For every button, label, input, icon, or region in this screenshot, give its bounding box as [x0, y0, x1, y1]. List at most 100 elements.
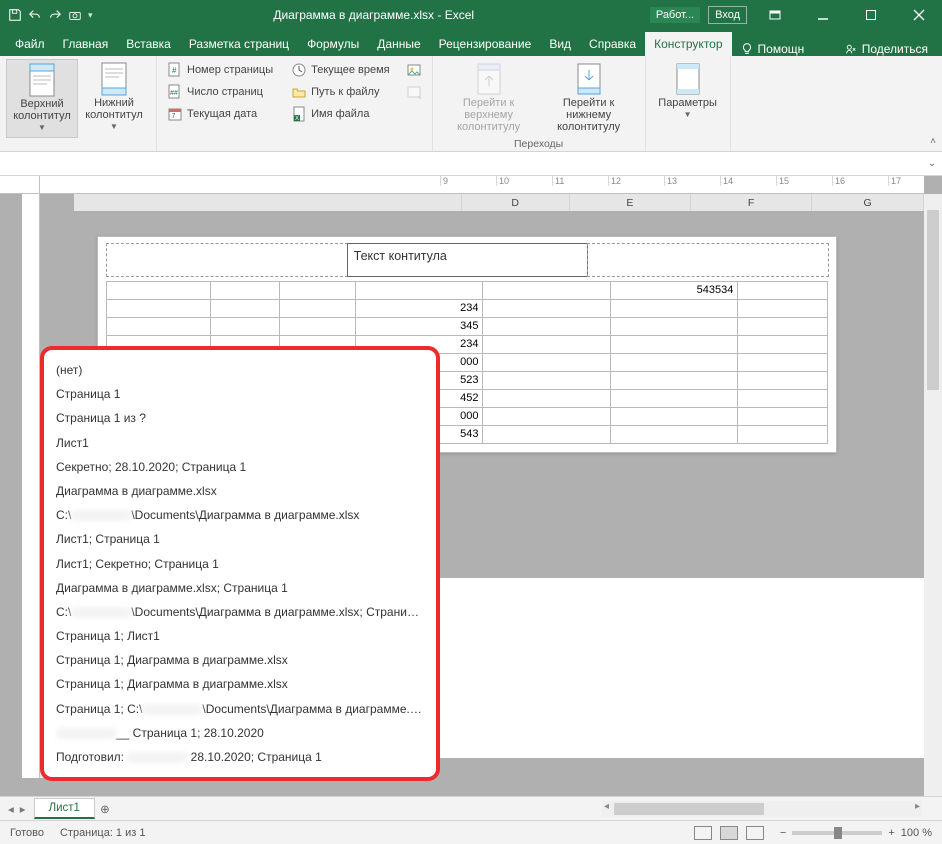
header-dropdown-button[interactable]: Верхний колонтитул ▼ [6, 59, 78, 138]
svg-text:X: X [295, 116, 299, 122]
ribbon: Верхний колонтитул ▼ Нижний колонтитул ▼… [0, 56, 942, 152]
tab-insert[interactable]: Вставка [117, 32, 180, 56]
goto-footer-button[interactable]: Перейти к нижнему колонтитулу [539, 59, 639, 137]
dropdown-item[interactable]: Страница 1 из ? [54, 406, 426, 430]
dropdown-item[interactable]: Лист1; Страница 1 [54, 527, 426, 551]
header-center[interactable]: Текст контитула [347, 243, 589, 277]
horizontal-scrollbar[interactable]: ◂ ▸ [602, 801, 922, 817]
column-header[interactable]: D [462, 194, 570, 211]
column-header[interactable]: E [570, 194, 691, 211]
contextual-tab-label: Работ... [650, 7, 700, 23]
goto-header-icon [473, 63, 505, 95]
excel-file-icon: X [291, 106, 307, 122]
window-title: Диаграмма в диаграмме.xlsx - Excel [101, 8, 647, 22]
tab-review[interactable]: Рецензирование [430, 32, 541, 56]
tell-me[interactable]: Помощн [732, 42, 813, 56]
tab-home[interactable]: Главная [54, 32, 118, 56]
login-button[interactable]: Вход [708, 6, 747, 24]
header-section[interactable]: Текст контитула [106, 243, 828, 277]
page-number-button[interactable]: #Номер страницы [163, 59, 277, 81]
expand-formula-icon[interactable]: ⌄ [922, 158, 942, 169]
zoom-slider[interactable] [792, 831, 882, 835]
dropdown-item[interactable]: Секретно; 28.10.2020; Страница 1 [54, 455, 426, 479]
dropdown-item[interactable]: (нет) [54, 358, 426, 382]
header-right[interactable] [587, 243, 829, 277]
formula-bar-row: ⌄ [0, 152, 942, 176]
collapse-ribbon-icon[interactable]: ˄ [930, 136, 936, 147]
tab-formulas[interactable]: Формулы [298, 32, 368, 56]
dropdown-item[interactable]: Страница 1; C:\\Documents\Диаграмма в ди… [54, 697, 426, 721]
header-left[interactable] [106, 243, 348, 277]
minimize-button[interactable] [800, 0, 846, 30]
folder-icon [291, 84, 307, 100]
page-count-icon: ## [167, 84, 183, 100]
goto-header-button: Перейти к верхнему колонтитулу [439, 59, 539, 137]
sheet-tab-bar: ◂ ▸ Лист1 ⊕ ◂ ▸ [0, 796, 942, 820]
header-icon [26, 64, 58, 96]
dropdown-item[interactable]: C:\\Documents\Диаграмма в диаграмме.xlsx [54, 503, 426, 527]
column-header[interactable]: G [812, 194, 924, 211]
scrollbar-thumb[interactable] [614, 803, 764, 815]
save-icon[interactable] [8, 8, 22, 22]
ruler-corner [0, 176, 40, 194]
vertical-ruler [22, 194, 40, 778]
dropdown-item[interactable]: Подготовил: 28.10.2020; Страница 1 [54, 745, 426, 769]
undo-icon[interactable] [28, 8, 42, 22]
close-button[interactable] [896, 0, 942, 30]
sheet-tab[interactable]: Лист1 [34, 798, 95, 819]
zoom-out-button[interactable]: − [780, 827, 786, 839]
chevron-down-icon: ▼ [38, 124, 46, 133]
view-page-layout-icon[interactable] [720, 826, 738, 840]
dropdown-item[interactable]: Диаграмма в диаграмме.xlsx; Страница 1 [54, 576, 426, 600]
column-headers: DEFG [74, 194, 924, 212]
dropdown-item[interactable]: C:\\Documents\Диаграмма в диаграмме.xlsx… [54, 600, 426, 624]
calendar-icon: 7 [167, 106, 183, 122]
tab-data[interactable]: Данные [368, 32, 429, 56]
options-button[interactable]: Параметры ▼ [652, 59, 724, 124]
footer-dropdown-button[interactable]: Нижний колонтитул ▼ [78, 59, 150, 136]
tab-nav-last-icon[interactable]: ▸ [20, 802, 26, 816]
goto-footer-icon [573, 63, 605, 95]
view-page-break-icon[interactable] [746, 826, 764, 840]
svg-text:##: ## [170, 90, 178, 97]
tab-file[interactable]: Файл [6, 32, 54, 56]
format-picture-button[interactable] [402, 81, 426, 103]
ribbon-display-icon[interactable] [752, 0, 798, 30]
add-sheet-button[interactable]: ⊕ [95, 802, 115, 816]
tab-layout[interactable]: Разметка страниц [180, 32, 298, 56]
camera-icon[interactable] [68, 8, 82, 22]
dropdown-item[interactable]: Страница 1; Лист1 [54, 624, 426, 648]
tab-view[interactable]: Вид [540, 32, 580, 56]
group-label-nav: Переходы [439, 137, 639, 150]
dropdown-item[interactable]: Лист1 [54, 431, 426, 455]
current-date-button[interactable]: 7Текущая дата [163, 103, 277, 125]
file-path-button[interactable]: Путь к файлу [287, 81, 393, 103]
options-icon [672, 63, 704, 95]
view-normal-icon[interactable] [694, 826, 712, 840]
tab-help[interactable]: Справка [580, 32, 645, 56]
page-count-button[interactable]: ##Число страниц [163, 81, 277, 103]
vertical-scrollbar[interactable] [924, 194, 942, 796]
tab-designer[interactable]: Конструктор [645, 32, 731, 56]
column-header[interactable]: F [691, 194, 812, 211]
header-preset-dropdown: (нет)Страница 1Страница 1 из ?Лист1 Секр… [40, 346, 440, 781]
dropdown-item[interactable]: Страница 1; Диаграмма в диаграмме.xlsx [54, 672, 426, 696]
file-name-button[interactable]: XИмя файла [287, 103, 393, 125]
tab-nav-first-icon[interactable]: ◂ [8, 802, 14, 816]
format-picture-icon [406, 84, 422, 100]
dropdown-item[interactable]: Диаграмма в диаграмме.xlsx [54, 479, 426, 503]
horizontal-ruler: 9101112131415161718 [40, 176, 924, 194]
svg-text:#: # [172, 66, 177, 75]
zoom-in-button[interactable]: + [888, 827, 894, 839]
dropdown-item[interactable]: __ Страница 1; 28.10.2020 [54, 721, 426, 745]
scrollbar-thumb[interactable] [927, 210, 939, 390]
redo-icon[interactable] [48, 8, 62, 22]
current-time-button[interactable]: Текущее время [287, 59, 393, 81]
share-button[interactable]: Поделиться [836, 42, 936, 56]
dropdown-item[interactable]: Страница 1 [54, 382, 426, 406]
maximize-button[interactable] [848, 0, 894, 30]
picture-button[interactable] [402, 59, 426, 81]
dropdown-item[interactable]: Страница 1; Диаграмма в диаграмме.xlsx [54, 648, 426, 672]
page-number-icon: # [167, 62, 183, 78]
dropdown-item[interactable]: Лист1; Секретно; Страница 1 [54, 552, 426, 576]
